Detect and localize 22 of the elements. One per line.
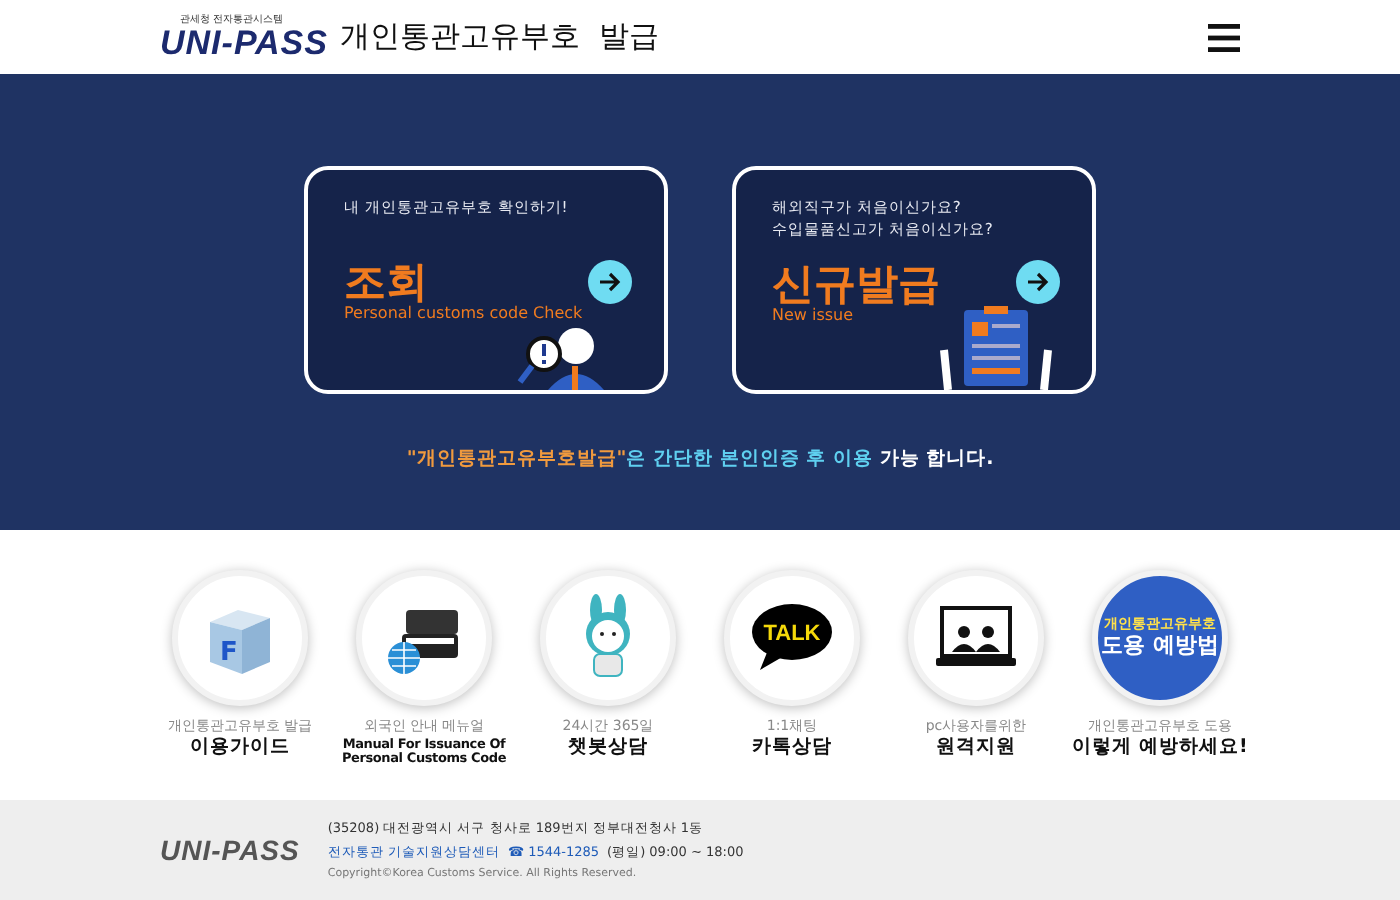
service-link[interactable]: 원격지원 — [936, 738, 1016, 760]
footer-logo: UNI-PASS — [160, 834, 300, 866]
service-icon-circle[interactable]: F — [172, 570, 308, 706]
card-title: 신규발급 — [772, 261, 940, 306]
menu-icon[interactable] — [1208, 23, 1240, 51]
service-icon-circle[interactable] — [356, 570, 492, 706]
service-icon-circle[interactable] — [908, 570, 1044, 706]
service-link[interactable]: 이용가이드 — [190, 738, 290, 760]
service-link[interactable]: 이렇게 예방하세요! — [1072, 738, 1248, 760]
clipboard-hands-drawing — [940, 306, 1052, 390]
logo[interactable]: UNI-PASS — [160, 25, 328, 59]
notice-text: "개인통관고유부호발급"은 간단한 본인인증 후 이용 가능 합니다. — [406, 446, 994, 472]
page-title: 개인통관고유부호 발급 — [339, 18, 660, 56]
service-icon-circle[interactable]: TALK — [724, 570, 860, 706]
banner-text: 도용 예방법 — [1101, 633, 1219, 658]
magnifier-person-drawing — [516, 322, 604, 390]
service-link[interactable]: 카톡상담 — [752, 738, 832, 760]
service-link[interactable]: 챗봇상담 — [568, 738, 648, 760]
card-english-title: Personal customs code Check — [344, 303, 583, 324]
card-english-title: New issue — [772, 305, 854, 325]
monitor-people-icon — [934, 604, 1018, 672]
card-title: 조회 — [344, 259, 428, 304]
